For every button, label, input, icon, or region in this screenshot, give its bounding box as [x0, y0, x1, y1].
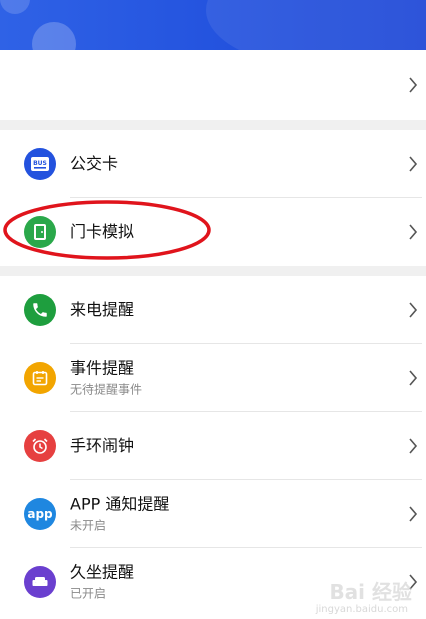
phone-icon — [24, 294, 56, 326]
list-item-title: 久坐提醒 — [70, 562, 135, 582]
chevron-right-icon — [409, 302, 418, 318]
bus-card-icon: BUS — [24, 148, 56, 180]
banner-decoration — [206, 0, 426, 50]
header-banner — [0, 0, 426, 50]
section-gap — [0, 266, 426, 276]
banner-bubble — [0, 0, 30, 14]
list-item-subtitle: 未开启 — [70, 518, 107, 533]
banner-bubble — [32, 22, 76, 50]
app-icon-text: app — [27, 507, 53, 521]
list-item-title: APP 通知提醒 — [70, 494, 170, 514]
app-icon: app — [24, 498, 56, 530]
top-row[interactable] — [0, 50, 426, 120]
list-item-title: 公交卡 — [70, 154, 119, 173]
list-item-door-card[interactable]: 门卡模拟 — [0, 198, 426, 266]
alarm-clock-icon — [24, 430, 56, 462]
section-gap — [0, 120, 426, 130]
chevron-right-icon — [409, 224, 418, 240]
settings-list: BUS 公交卡 门卡模拟 来电提醒 事件提醒 无待提醒事件 手环闹钟 app A… — [0, 50, 426, 616]
list-item-app-notification[interactable]: app APP 通知提醒 未开启 — [0, 480, 426, 548]
list-item-title: 来电提醒 — [70, 300, 135, 319]
chevron-right-icon — [409, 438, 418, 454]
list-item-band-alarm[interactable]: 手环闹钟 — [0, 412, 426, 480]
list-item-subtitle: 已开启 — [70, 586, 107, 601]
chevron-right-icon — [409, 156, 418, 172]
list-item-title: 事件提醒 — [70, 358, 135, 378]
list-item-title: 门卡模拟 — [70, 222, 135, 241]
watermark-url: jingyan.baidu.com — [315, 604, 408, 615]
list-item-event-reminder[interactable]: 事件提醒 无待提醒事件 — [0, 344, 426, 412]
list-item-call-reminder[interactable]: 来电提醒 — [0, 276, 426, 344]
door-card-icon — [24, 216, 56, 248]
watermark-logo: Bai 经验 — [329, 580, 412, 604]
sofa-icon — [24, 566, 56, 598]
bus-icon-text: BUS — [33, 160, 47, 167]
calendar-icon — [24, 362, 56, 394]
list-item-title: 手环闹钟 — [70, 436, 135, 455]
chevron-right-icon — [409, 506, 418, 522]
chevron-right-icon — [409, 370, 418, 386]
chevron-right-icon — [409, 77, 418, 93]
list-item-bus-card[interactable]: BUS 公交卡 — [0, 130, 426, 198]
list-item-subtitle: 无待提醒事件 — [70, 382, 143, 397]
